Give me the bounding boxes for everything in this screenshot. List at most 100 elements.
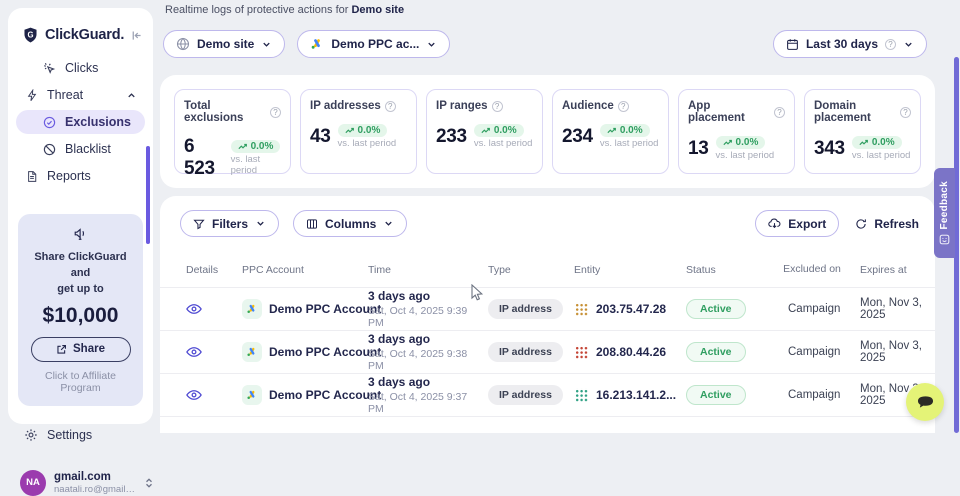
entity-identicon <box>574 345 589 360</box>
google-ads-icon <box>310 37 324 51</box>
entity-identicon <box>574 302 589 317</box>
col-header-type[interactable]: Type <box>482 264 568 276</box>
sidebar-item-threat[interactable]: Threat <box>16 83 145 107</box>
col-header-expires-at[interactable]: Expires at <box>854 264 935 276</box>
excluded-on-value: Campaign <box>782 346 854 358</box>
funnel-icon <box>193 218 205 230</box>
promo-text-line2: get up to <box>26 282 135 298</box>
external-link-icon <box>56 344 67 355</box>
columns-icon <box>306 218 318 230</box>
ppc-account-filter-value: Demo PPC ac... <box>331 37 419 51</box>
chevron-up-icon <box>126 90 137 101</box>
help-icon[interactable]: ? <box>618 101 629 112</box>
sidebar-item-label: Exclusions <box>65 115 131 129</box>
help-icon[interactable]: ? <box>492 101 503 112</box>
check-circle-icon <box>42 116 57 129</box>
document-icon <box>24 170 39 183</box>
table-header-row: Details PPC Account Time Type Entity Sta… <box>160 253 935 287</box>
chat-bubble-icon <box>916 394 935 410</box>
table-row[interactable]: 3 days ago <box>160 416 935 433</box>
help-icon[interactable]: ? <box>270 107 281 118</box>
col-header-details[interactable]: Details <box>180 264 236 276</box>
sidebar-item-exclusions[interactable]: Exclusions <box>16 110 145 134</box>
sidebar-item-clicks[interactable]: Clicks <box>16 56 145 80</box>
entity-value: 203.75.47.28 <box>596 302 666 316</box>
stat-label: App placement <box>688 100 770 124</box>
chevron-down-icon <box>426 39 437 50</box>
stat-sub-label: vs. last period <box>338 138 397 149</box>
stat-card-total-exclusions: Total exclusions? 6 523 0.0% vs. last pe… <box>174 89 291 174</box>
export-label: Export <box>788 217 826 231</box>
col-header-excluded-on[interactable]: Excluded on <box>782 263 842 277</box>
col-header-status[interactable]: Status <box>680 264 782 276</box>
view-details-eye-icon[interactable] <box>186 303 202 315</box>
expires-at-value: Mon, Nov 3, 2025 <box>854 340 935 364</box>
sidebar-item-blacklist[interactable]: Blacklist <box>16 137 145 161</box>
stat-card-ip-addresses: IP addresses? 43 0.0% vs. last period <box>300 89 417 174</box>
time-absolute: Sat, Oct 4, 2025 9:38 PM <box>368 348 482 372</box>
col-header-ppc-account[interactable]: PPC Account <box>236 264 362 276</box>
logs-table-card: Filters Columns Export <box>160 196 935 433</box>
table-toolbar: Filters Columns Export <box>160 196 935 237</box>
google-ads-icon <box>242 385 262 405</box>
stat-value: 13 <box>688 138 709 160</box>
table-row[interactable]: Demo PPC Account 3 days agoSat, Oct 4, 2… <box>160 330 935 373</box>
chevron-down-icon <box>903 39 914 50</box>
clickguard-logo-icon: G <box>22 26 39 44</box>
columns-dropdown[interactable]: Columns <box>293 210 407 237</box>
sidebar-collapse-icon[interactable] <box>130 29 143 42</box>
share-button[interactable]: Share <box>31 337 131 362</box>
sidebar-scrollbar[interactable] <box>146 146 150 244</box>
date-range-dropdown[interactable]: Last 30 days ? <box>773 30 927 58</box>
user-account-menu[interactable]: NA gmail.com naatali.ro@gmail.com <box>8 466 153 496</box>
user-email: naatali.ro@gmail.com <box>54 484 136 495</box>
trend-badge: 0.0% <box>231 140 281 153</box>
calendar-icon <box>786 38 799 51</box>
user-avatar: NA <box>20 470 46 496</box>
stat-value: 233 <box>436 126 467 148</box>
help-icon[interactable]: ? <box>385 101 396 112</box>
stat-label: IP addresses <box>310 100 381 112</box>
site-filter-dropdown[interactable]: Demo site <box>163 30 285 58</box>
chat-widget-button[interactable] <box>906 383 944 421</box>
subtitle-site-name: Demo site <box>351 4 404 16</box>
sidebar-item-label: Blacklist <box>65 142 111 156</box>
globe-icon <box>176 37 190 51</box>
user-name: gmail.com <box>54 471 136 483</box>
help-icon[interactable]: ? <box>900 107 911 118</box>
stat-value: 234 <box>562 126 593 148</box>
ppc-account-filter-dropdown[interactable]: Demo PPC ac... <box>297 30 450 58</box>
entity-value: 208.80.44.26 <box>596 345 666 359</box>
sidebar-item-reports[interactable]: Reports <box>16 164 145 188</box>
help-icon[interactable]: ? <box>774 107 785 118</box>
status-badge: Active <box>686 299 746 319</box>
help-icon[interactable]: ? <box>885 39 896 50</box>
col-header-time[interactable]: Time <box>362 264 482 276</box>
table-row[interactable]: Demo PPC Account 3 days agoSat, Oct 4, 2… <box>160 287 935 330</box>
feedback-label: Feedback <box>939 181 950 230</box>
time-absolute: Sat, Oct 4, 2025 9:39 PM <box>368 305 482 329</box>
trend-badge: 0.0% <box>852 136 902 149</box>
stat-label: Total exclusions <box>184 100 266 124</box>
refresh-button[interactable]: Refresh <box>855 217 919 231</box>
sidebar-item-settings[interactable]: Settings <box>8 422 153 448</box>
feedback-tab[interactable]: Feedback <box>934 168 955 258</box>
table-row[interactable]: Demo PPC Account 3 days agoSat, Oct 4, 2… <box>160 373 935 416</box>
view-details-eye-icon[interactable] <box>186 346 202 358</box>
affiliate-promo-card[interactable]: Share ClickGuard and get up to $10,000 S… <box>18 214 143 406</box>
refresh-icon <box>855 218 867 230</box>
col-header-entity[interactable]: Entity <box>568 264 680 276</box>
filters-dropdown[interactable]: Filters <box>180 210 279 237</box>
settings-label: Settings <box>47 428 92 442</box>
chevron-up-down-icon[interactable] <box>144 477 154 489</box>
smiley-icon <box>939 234 950 245</box>
excluded-on-value: Campaign <box>782 303 854 315</box>
view-details-eye-icon[interactable] <box>186 389 202 401</box>
time-absolute: Sat, Oct 4, 2025 9:37 PM <box>368 391 482 415</box>
stat-sub-label: vs. last period <box>474 138 533 149</box>
export-button[interactable]: Export <box>755 210 839 237</box>
stat-sub-label: vs. last period <box>716 150 775 161</box>
trend-badge: 0.0% <box>716 136 766 149</box>
type-badge: IP address <box>488 299 563 319</box>
stat-sub-label: vs. last period <box>600 138 659 149</box>
